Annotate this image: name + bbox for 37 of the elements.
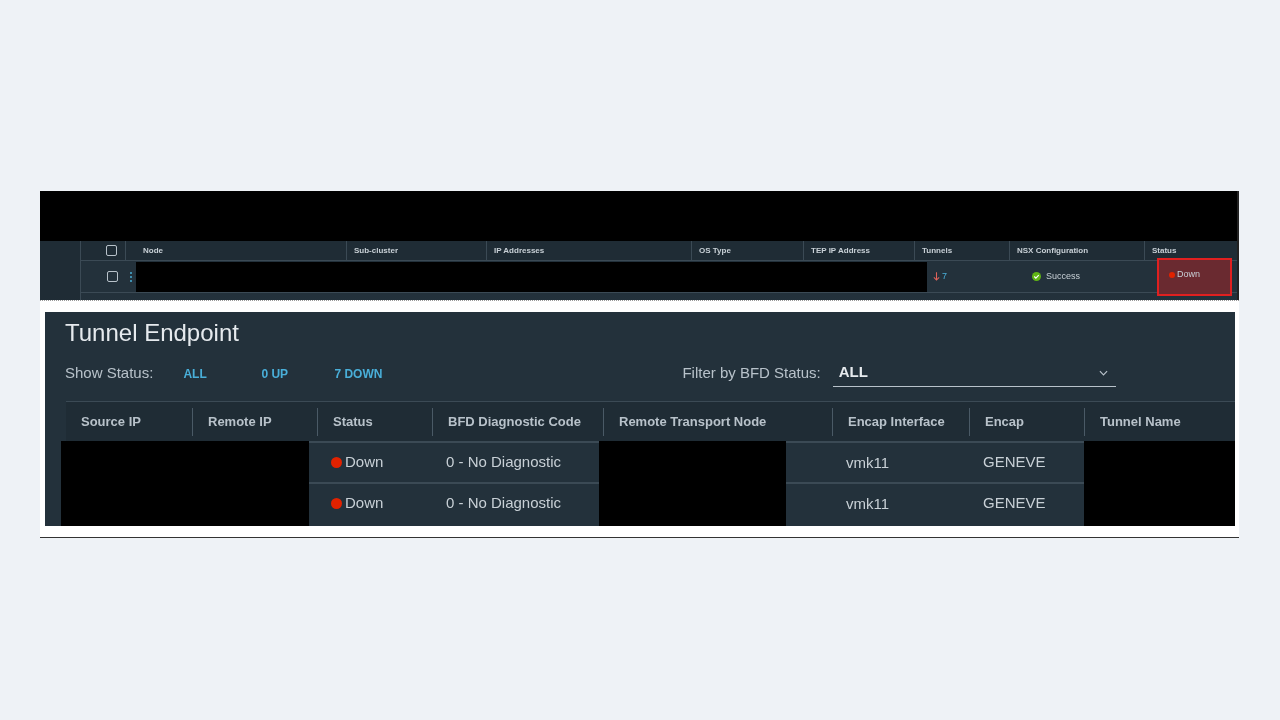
panel-title: Tunnel Endpoint <box>64 318 240 348</box>
status-filter-link[interactable]: 0 UP <box>261 365 335 383</box>
column-header: Status <box>1151 244 1177 257</box>
column-header: Source IP <box>80 412 141 431</box>
column-header: BFD Diagnostic Code <box>447 412 581 431</box>
status-filter-link[interactable]: ALL <box>183 365 262 383</box>
column-header: Sub-cluster <box>353 244 398 257</box>
column-header: Node <box>142 244 163 257</box>
column-header: Remote IP <box>207 412 272 431</box>
table-cell-text: GENEVE <box>983 452 1046 473</box>
column-header: NSX Configuration <box>1016 244 1089 257</box>
status-text: Down <box>1177 267 1200 281</box>
column-header: IP Addresses <box>493 244 545 257</box>
table-cell: vmk11 <box>846 494 890 512</box>
column-header: Status <box>332 412 373 431</box>
table-cell-text: Down <box>345 452 384 473</box>
checkbox[interactable] <box>107 271 118 282</box>
table-cell-text: Down <box>345 493 384 514</box>
column-header: Encap <box>984 412 1024 431</box>
table-cell-text: 0 - No Diagnostic <box>445 452 562 473</box>
chevron-down-icon <box>1098 369 1108 376</box>
column-header: Remote Transport Node <box>618 412 767 431</box>
column-header: Tunnel Name <box>1099 412 1181 431</box>
column-header: OS Type <box>698 244 731 257</box>
column-header: Tunnels <box>921 244 953 257</box>
column-header: TEP IP Address <box>810 244 870 257</box>
tunnel-count-link[interactable]: 7 <box>942 269 947 284</box>
filter-label: Show Status: <box>65 362 154 383</box>
checkbox[interactable] <box>106 245 117 256</box>
table-cell-text: GENEVE <box>983 493 1046 514</box>
filter-label: Filter by BFD Status: <box>682 362 821 383</box>
bfd-status-dropdown[interactable]: ALL <box>832 359 1116 387</box>
config-status-text: Success <box>1046 269 1080 283</box>
status-filter-link[interactable]: 7 DOWN <box>334 365 415 383</box>
table-cell: vmk11 <box>846 453 890 471</box>
column-header: Encap Interface <box>847 412 945 431</box>
table-cell-text: 0 - No Diagnostic <box>445 493 562 514</box>
